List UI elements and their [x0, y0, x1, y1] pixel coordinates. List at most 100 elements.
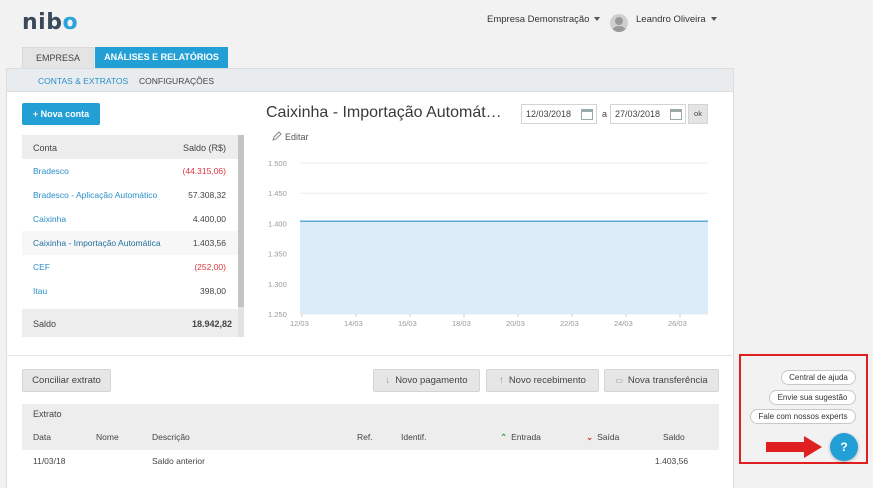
column-header-identif[interactable]: Identif.: [401, 432, 427, 442]
column-header-name[interactable]: Nome: [96, 432, 119, 442]
subtab-contas-extratos[interactable]: CONTAS & EXTRATOS: [38, 76, 128, 86]
calendar-icon[interactable]: [670, 109, 682, 120]
statement-row-date: 11/03/18: [33, 456, 66, 466]
column-header-in-label: Entrada: [511, 432, 541, 442]
column-header-balance: Saldo (R$): [182, 143, 226, 153]
account-row-itau[interactable]: Itau 398,00: [22, 279, 238, 303]
column-header-in[interactable]: ⌃ Entrada: [500, 432, 541, 443]
date-ok-button[interactable]: ok: [688, 104, 708, 124]
date-from-value: 12/03/2018: [526, 109, 572, 119]
avatar[interactable]: [610, 14, 628, 32]
account-row-caixinha-importacao[interactable]: Caixinha - Importação Automática 1.403,5…: [22, 231, 238, 255]
new-payment-button[interactable]: ↓ Novo pagamento: [373, 369, 480, 392]
x-tick-label: 14/03: [344, 319, 363, 328]
company-selector[interactable]: Empresa Demonstração: [487, 14, 601, 25]
column-header-ref[interactable]: Ref.: [357, 432, 373, 442]
accounts-table-header: Conta Saldo (R$): [22, 135, 238, 159]
nibo-logo[interactable]: nibo: [22, 10, 78, 35]
company-name: Empresa Demonstração: [487, 14, 590, 25]
y-tick-label: 1.250: [268, 310, 287, 319]
date-to-input[interactable]: 27/03/2018: [610, 104, 686, 124]
transfer-icon: ▭: [615, 376, 623, 385]
new-transfer-button[interactable]: ▭ Nova transferência: [604, 369, 719, 392]
y-tick-label: 1.400: [268, 219, 287, 228]
statement-header: [22, 404, 719, 450]
account-row-bradesco-aplicacao[interactable]: Bradesco - Aplicação Automático 57.308,3…: [22, 183, 238, 207]
column-header-balance[interactable]: Saldo: [663, 432, 685, 442]
user-menu[interactable]: Leandro Oliveira: [636, 14, 717, 25]
accounts-scrollbar-thumb[interactable]: [238, 135, 244, 307]
account-name[interactable]: Caixinha: [33, 214, 66, 224]
send-suggestion-link[interactable]: Envie sua sugestão: [769, 390, 856, 405]
x-tick-label: 26/03: [668, 319, 687, 328]
account-row-caixinha[interactable]: Caixinha 4.400,00: [22, 207, 238, 231]
column-header-out-label: Saída: [597, 432, 620, 442]
calendar-icon[interactable]: [581, 109, 593, 120]
x-tick-label: 16/03: [398, 319, 417, 328]
arrow-down-icon: ↓: [385, 375, 391, 386]
section-divider: [6, 355, 734, 356]
account-name[interactable]: Bradesco: [33, 166, 69, 176]
account-name[interactable]: CEF: [33, 262, 50, 272]
edit-label: Editar: [285, 132, 309, 142]
tab-empresa[interactable]: EMPRESA: [22, 47, 94, 68]
x-tick-label: 20/03: [506, 319, 525, 328]
accounts-table: Conta Saldo (R$) Bradesco (44.315,06) Br…: [22, 135, 238, 337]
chart-title: Caixinha - Importação Automát…: [266, 104, 502, 121]
x-tick-label: 24/03: [614, 319, 633, 328]
chevron-down-icon: ⌄: [586, 432, 594, 442]
column-header-out[interactable]: ⌄ Saída: [586, 432, 619, 443]
subtab-configuracoes[interactable]: CONFIGURAÇÕES: [139, 76, 214, 86]
tab-analises-relatorios[interactable]: ANÁLISES E RELATÓRIOS: [95, 47, 228, 68]
help-button[interactable]: ?: [830, 433, 858, 461]
talk-to-experts-link[interactable]: Fale com nossos experts: [750, 409, 856, 424]
column-header-account: Conta: [33, 143, 58, 153]
account-balance: 4.400,00: [192, 214, 226, 224]
chevron-down-icon: [710, 17, 717, 22]
new-transfer-label: Nova transferência: [627, 375, 708, 386]
pencil-icon: [272, 131, 282, 141]
account-name[interactable]: Bradesco - Aplicação Automático: [33, 190, 157, 200]
statement-title: Extrato: [33, 409, 62, 419]
statement-row-balance: 1.403,56: [655, 456, 689, 466]
balance-chart: 1.500 1.450 1.400 1.350 1.300 1.25012/03 14/03…: [268, 159, 708, 328]
y-tick-label: 1.450: [268, 189, 287, 198]
statement-row-description: Saldo anterior: [152, 456, 205, 466]
y-tick-label: 1.500: [268, 159, 287, 168]
account-row-cef[interactable]: CEF (252,00): [22, 255, 238, 279]
user-name: Leandro Oliveira: [636, 14, 706, 25]
account-row-bradesco[interactable]: Bradesco (44.315,06): [22, 159, 238, 183]
date-range-separator: a: [602, 109, 608, 119]
total-label: Saldo: [33, 319, 57, 329]
x-tick-label: 12/03: [290, 319, 309, 328]
arrow-up-icon: ↑: [499, 375, 504, 386]
account-balance: 57.308,32: [188, 190, 226, 200]
account-balance: 398,00: [200, 286, 226, 296]
edit-link[interactable]: Editar: [272, 131, 309, 142]
new-receipt-label: Novo recebimento: [508, 375, 586, 386]
y-tick-label: 1.300: [268, 280, 287, 289]
area-fill: [300, 221, 708, 314]
column-header-date[interactable]: Data: [33, 432, 51, 442]
accounts-total-row: Saldo 18.942,82: [22, 309, 238, 337]
account-name[interactable]: Caixinha - Importação Automática: [33, 238, 161, 248]
column-header-description[interactable]: Descrição: [152, 432, 190, 442]
x-tick-label: 22/03: [560, 319, 579, 328]
new-receipt-button[interactable]: ↑ Novo recebimento: [486, 369, 599, 392]
new-account-button[interactable]: + Nova conta: [22, 103, 100, 125]
new-payment-label: Novo pagamento: [395, 375, 468, 386]
y-tick-label: 1.350: [268, 250, 287, 259]
account-name[interactable]: Itau: [33, 286, 47, 296]
reconcile-button[interactable]: Conciliar extrato: [22, 369, 111, 392]
date-to-value: 27/03/2018: [615, 109, 661, 119]
date-from-input[interactable]: 12/03/2018: [521, 104, 597, 124]
red-arrow-icon: [766, 436, 822, 458]
chevron-down-icon: [594, 17, 601, 22]
account-balance: (44.315,06): [182, 166, 226, 176]
x-tick-label: 18/03: [452, 319, 471, 328]
help-center-link[interactable]: Central de ajuda: [781, 370, 856, 385]
total-value: 18.942,82: [191, 319, 232, 329]
account-balance: (252,00): [194, 262, 226, 272]
chevron-up-icon: ⌃: [500, 432, 508, 442]
account-balance: 1.403,56: [192, 238, 226, 248]
